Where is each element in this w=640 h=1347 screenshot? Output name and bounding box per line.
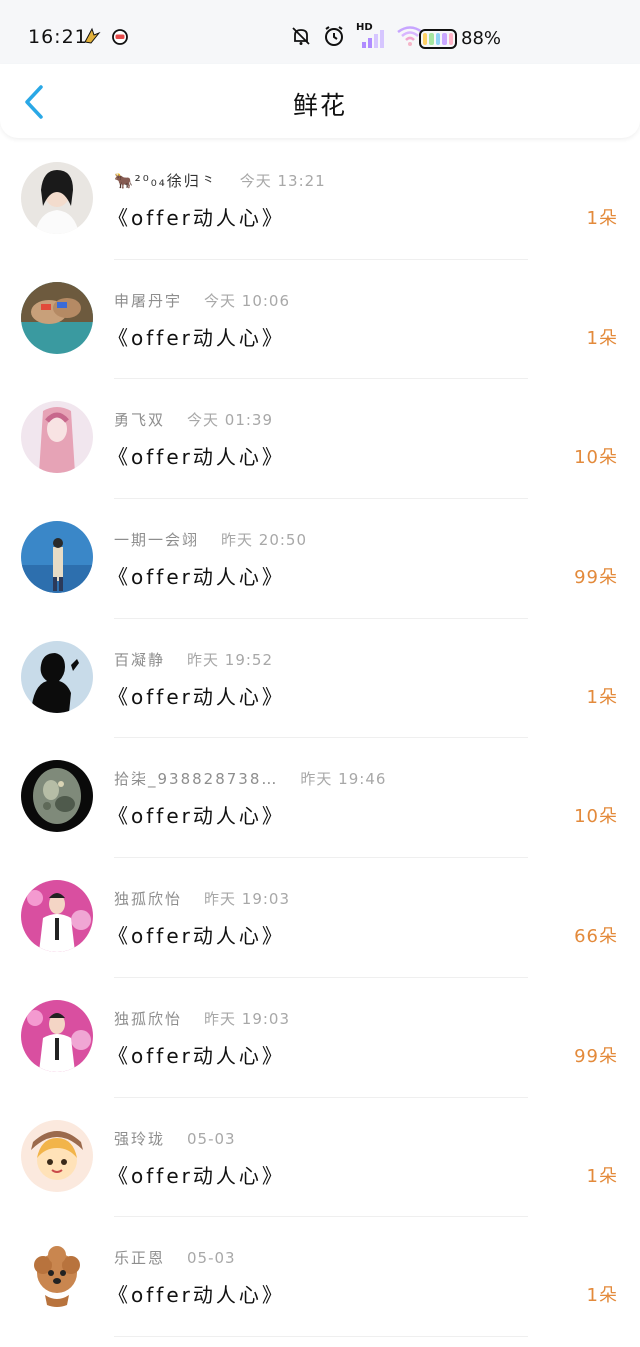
flower-count: 1朵 (586, 686, 618, 708)
sender-name: 百凝静 (114, 650, 166, 669)
list-item[interactable]: 🐂²⁰₀₄徐归⺀ 今天 13:21 《offer动人心》 1朵 (0, 140, 640, 260)
sender-line: 独孤欣怡 昨天 19:03 (114, 888, 290, 909)
avatar[interactable] (21, 640, 93, 713)
flower-count: 1朵 (586, 327, 618, 349)
avatar[interactable] (21, 999, 93, 1072)
list-item[interactable]: 申屠丹宇 今天 10:06 《offer动人心》 1朵 (0, 260, 640, 380)
send-time: 昨天 19:52 (187, 650, 274, 669)
send-time: 今天 10:06 (204, 291, 291, 310)
list-item[interactable]: 百凝静 昨天 19:52 《offer动人心》 1朵 (0, 619, 640, 739)
sender-name: 申屠丹宇 (114, 291, 183, 310)
gift-name: 《offer动人心》 (108, 565, 285, 590)
status-bar: 16:21 HD 88% (0, 0, 640, 72)
gift-name: 《offer动人心》 (108, 325, 285, 350)
gift-name: 《offer动人心》 (108, 445, 285, 470)
avatar[interactable] (21, 1239, 93, 1312)
sender-line: 一期一会翊 昨天 20:50 (114, 529, 307, 550)
sender-line: 乐正恩 05-03 (114, 1247, 236, 1268)
flower-count: 10朵 (574, 447, 618, 469)
flower-list: 🐂²⁰₀₄徐归⺀ 今天 13:21 《offer动人心》 1朵 申屠丹宇 今天 … (0, 140, 640, 1337)
alarm-icon (322, 24, 346, 52)
list-item[interactable]: 强玲珑 05-03 《offer动人心》 1朵 (0, 1098, 640, 1218)
sender-name: 一期一会翊 (114, 531, 200, 550)
avatar[interactable] (21, 521, 93, 594)
gift-name: 《offer动人心》 (108, 924, 285, 949)
gift-name: 《offer动人心》 (108, 1043, 285, 1068)
list-item[interactable]: 乐正恩 05-03 《offer动人心》 1朵 (0, 1217, 640, 1337)
sender-line: 勇飞双 今天 01:39 (114, 409, 273, 430)
flower-count: 66朵 (574, 926, 618, 948)
page-title: 鲜花 (292, 91, 347, 120)
list-item[interactable]: 一期一会翊 昨天 20:50 《offer动人心》 99朵 (0, 499, 640, 619)
gift-name: 《offer动人心》 (108, 804, 285, 829)
status-time: 16:21 (28, 26, 88, 48)
avatar[interactable] (21, 760, 93, 833)
sender-line: 🐂²⁰₀₄徐归⺀ 今天 13:21 (114, 170, 326, 191)
flower-count: 99朵 (574, 567, 618, 589)
send-time: 05-03 (187, 1249, 236, 1268)
sender-line: 强玲珑 05-03 (114, 1128, 236, 1149)
avatar[interactable] (21, 880, 93, 953)
gift-name: 《offer动人心》 (108, 684, 285, 709)
sender-line: 独孤欣怡 昨天 19:03 (114, 1008, 290, 1029)
send-time: 昨天 19:46 (300, 770, 387, 789)
avatar[interactable] (21, 1119, 93, 1192)
sender-name: 乐正恩 (114, 1249, 166, 1268)
app-header: 鲜花 (0, 64, 640, 138)
sender-name: 拾柒_938828738… (114, 770, 279, 789)
flower-count: 10朵 (574, 806, 618, 828)
avatar[interactable] (21, 401, 93, 474)
list-item[interactable]: 独孤欣怡 昨天 19:03 《offer动人心》 66朵 (0, 858, 640, 978)
sender-name: 🐂²⁰₀₄徐归⺀ (114, 172, 218, 190)
sender-line: 百凝静 昨天 19:52 (114, 649, 273, 670)
send-time: 今天 13:21 (239, 172, 326, 190)
gift-name: 《offer动人心》 (108, 1163, 285, 1188)
status-left-icons (82, 26, 130, 50)
send-time: 昨天 19:03 (204, 1009, 291, 1028)
gift-name: 《offer动人心》 (108, 1283, 285, 1308)
list-item[interactable]: 拾柒_938828738… 昨天 19:46 《offer动人心》 10朵 (0, 738, 640, 859)
avatar[interactable] (21, 162, 93, 234)
signal-icon: HD (356, 22, 386, 50)
notification-app-icon (82, 26, 102, 50)
send-time: 05-03 (187, 1129, 236, 1148)
battery-percent: 88% (461, 28, 502, 49)
bell-muted-icon (290, 25, 312, 51)
flower-count: 99朵 (574, 1045, 618, 1067)
flower-count: 1朵 (586, 1165, 618, 1187)
send-time: 昨天 19:03 (204, 890, 291, 909)
send-time: 昨天 20:50 (221, 531, 308, 550)
status-right-icons: HD (290, 22, 424, 52)
flower-count: 1朵 (586, 208, 618, 229)
avatar[interactable] (21, 281, 93, 354)
sender-name: 独孤欣怡 (114, 1009, 183, 1028)
send-time: 今天 01:39 (187, 411, 274, 430)
sender-line: 申屠丹宇 今天 10:06 (114, 290, 290, 311)
divider (114, 1335, 528, 1337)
sender-name: 勇飞双 (114, 411, 166, 430)
notification-app-icon-2 (110, 26, 130, 50)
sender-name: 强玲珑 (114, 1129, 166, 1148)
flower-count: 1朵 (586, 1285, 618, 1307)
list-item[interactable]: 独孤欣怡 昨天 19:03 《offer动人心》 99朵 (0, 978, 640, 1098)
gift-name: 《offer动人心》 (108, 206, 285, 230)
sender-name: 独孤欣怡 (114, 890, 183, 909)
sender-line: 拾柒_938828738… 昨天 19:46 (114, 768, 386, 789)
list-item[interactable]: 勇飞双 今天 01:39 《offer动人心》 10朵 (0, 379, 640, 500)
battery-icon (419, 29, 457, 49)
